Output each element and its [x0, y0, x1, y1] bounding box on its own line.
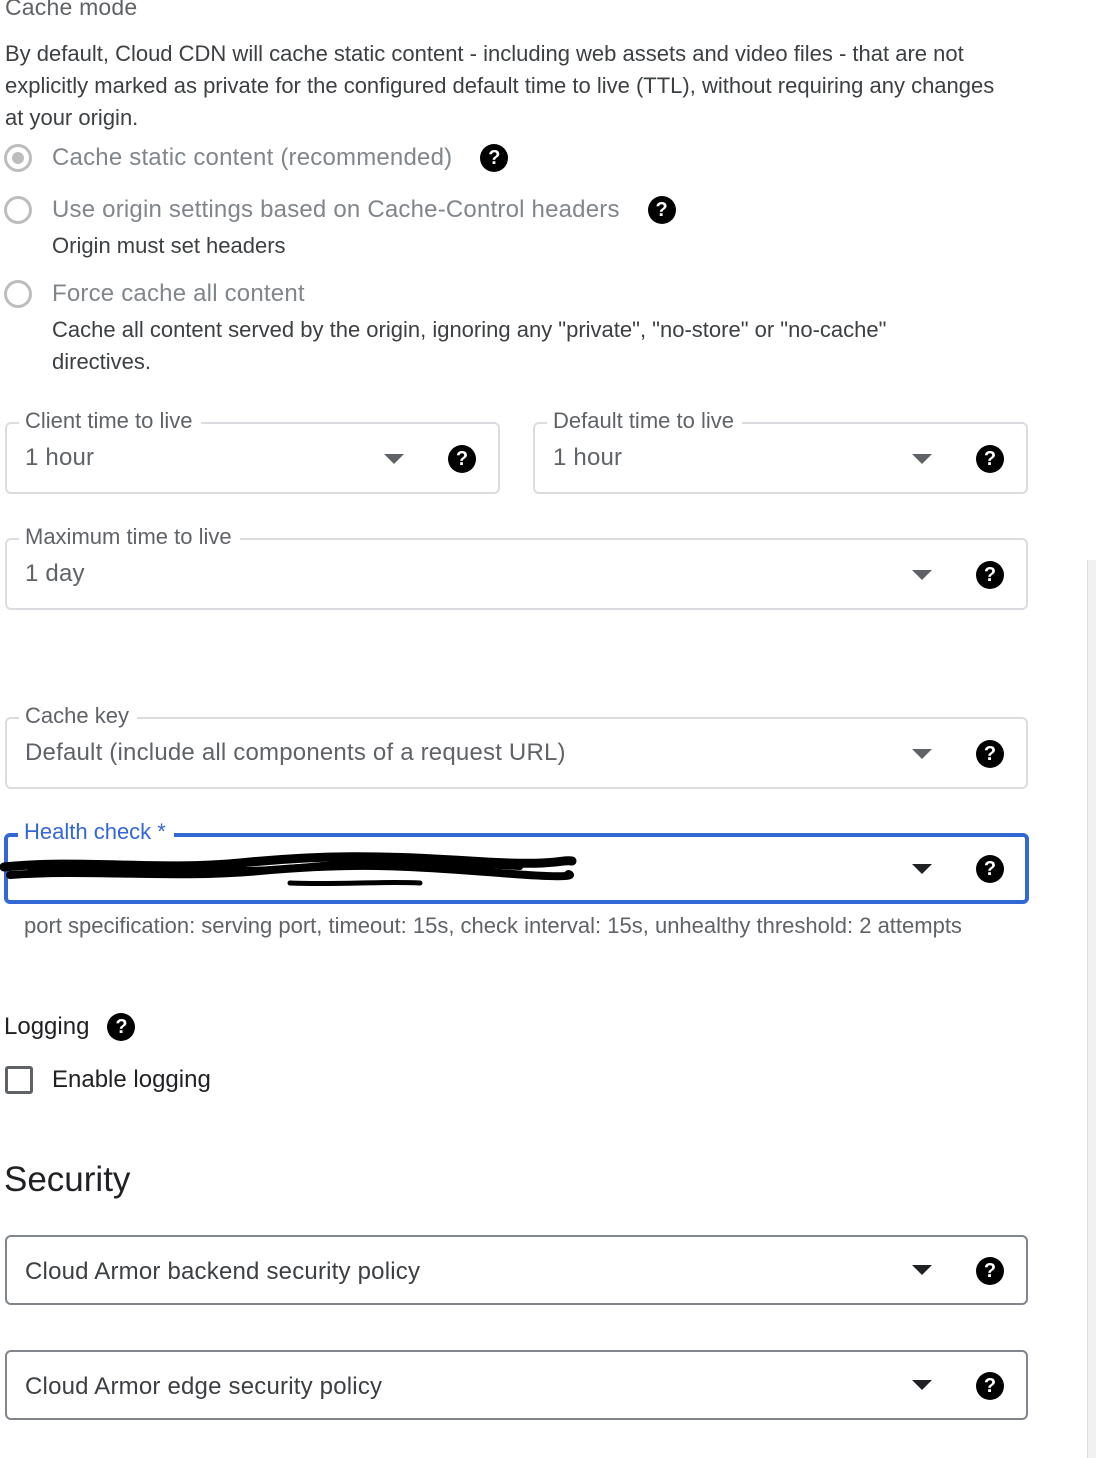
radio-button[interactable] — [4, 280, 32, 308]
cache-key-select[interactable]: Cache key Default (include all component… — [5, 702, 1028, 789]
radio-option-origin-settings[interactable]: Use origin settings based on Cache-Contr… — [4, 193, 676, 227]
chevron-down-icon[interactable] — [912, 570, 932, 580]
logging-header: Logging ? — [4, 1013, 136, 1041]
field-label: Maximum time to live — [19, 523, 240, 551]
help-icon[interactable]: ? — [976, 740, 1004, 768]
chevron-down-icon[interactable] — [912, 1380, 932, 1390]
cache-mode-title: Cache mode — [5, 0, 138, 20]
radio-option-force-cache[interactable]: Force cache all content — [4, 277, 305, 311]
help-icon[interactable]: ? — [976, 445, 1004, 473]
field-label: Health check * — [18, 818, 174, 846]
field-value: 1 hour — [553, 444, 623, 471]
edge-security-policy-select[interactable]: Cloud Armor edge security policy ? — [5, 1350, 1028, 1420]
help-icon[interactable]: ? — [976, 1257, 1004, 1285]
enable-logging-checkbox[interactable] — [5, 1066, 33, 1094]
radio-sublabel: Origin must set headers — [52, 233, 286, 258]
field-label: Default time to live — [547, 407, 742, 435]
help-icon[interactable]: ? — [976, 1372, 1004, 1400]
field-value: Default (include all components of a req… — [25, 739, 566, 766]
enable-logging-checkbox-row[interactable]: Enable logging — [5, 1066, 211, 1094]
backend-security-policy-select[interactable]: Cloud Armor backend security policy ? — [5, 1235, 1028, 1305]
checkbox-label: Enable logging — [52, 1066, 211, 1093]
help-icon[interactable]: ? — [976, 855, 1004, 883]
chevron-down-icon[interactable] — [912, 1265, 932, 1275]
scrollbar[interactable] — [1087, 560, 1096, 1458]
radio-label: Use origin settings based on Cache-Contr… — [52, 196, 620, 223]
client-ttl-select[interactable]: Client time to live 1 hour ? — [5, 407, 500, 494]
radio-sublabel: Cache all content served by the origin, … — [52, 317, 887, 374]
health-check-helper: port specification: serving port, timeou… — [24, 913, 962, 938]
chevron-down-icon[interactable] — [384, 454, 404, 464]
logging-title: Logging — [4, 1013, 90, 1040]
max-ttl-select[interactable]: Maximum time to live 1 day ? — [5, 523, 1028, 610]
field-label: Cache key — [19, 702, 137, 730]
help-icon[interactable]: ? — [448, 445, 476, 473]
radio-label: Force cache all content — [52, 280, 305, 307]
radio-button[interactable] — [4, 196, 32, 224]
field-value: Cloud Armor backend security policy — [25, 1258, 421, 1285]
help-icon[interactable]: ? — [976, 561, 1004, 589]
security-title: Security — [4, 1160, 131, 1199]
default-ttl-select[interactable]: Default time to live 1 hour ? — [533, 407, 1028, 494]
redaction-scribble — [0, 852, 577, 887]
help-icon[interactable]: ? — [647, 196, 676, 224]
cache-mode-description: By default, Cloud CDN will cache static … — [5, 41, 995, 130]
help-icon[interactable]: ? — [107, 1013, 136, 1041]
chevron-down-icon[interactable] — [912, 864, 932, 874]
radio-option-cache-static[interactable]: Cache static content (recommended) ? — [4, 141, 509, 175]
field-label: Client time to live — [19, 407, 201, 435]
help-icon[interactable]: ? — [480, 144, 509, 172]
health-check-select[interactable]: Health check * ? — [0, 818, 1029, 904]
chevron-down-icon[interactable] — [912, 454, 932, 464]
radio-label: Cache static content (recommended) — [52, 144, 453, 171]
field-value: 1 day — [25, 560, 85, 587]
field-value: Cloud Armor edge security policy — [25, 1373, 383, 1400]
field-value: 1 hour — [25, 444, 95, 471]
chevron-down-icon[interactable] — [912, 749, 932, 759]
radio-button-checked[interactable] — [4, 144, 32, 172]
